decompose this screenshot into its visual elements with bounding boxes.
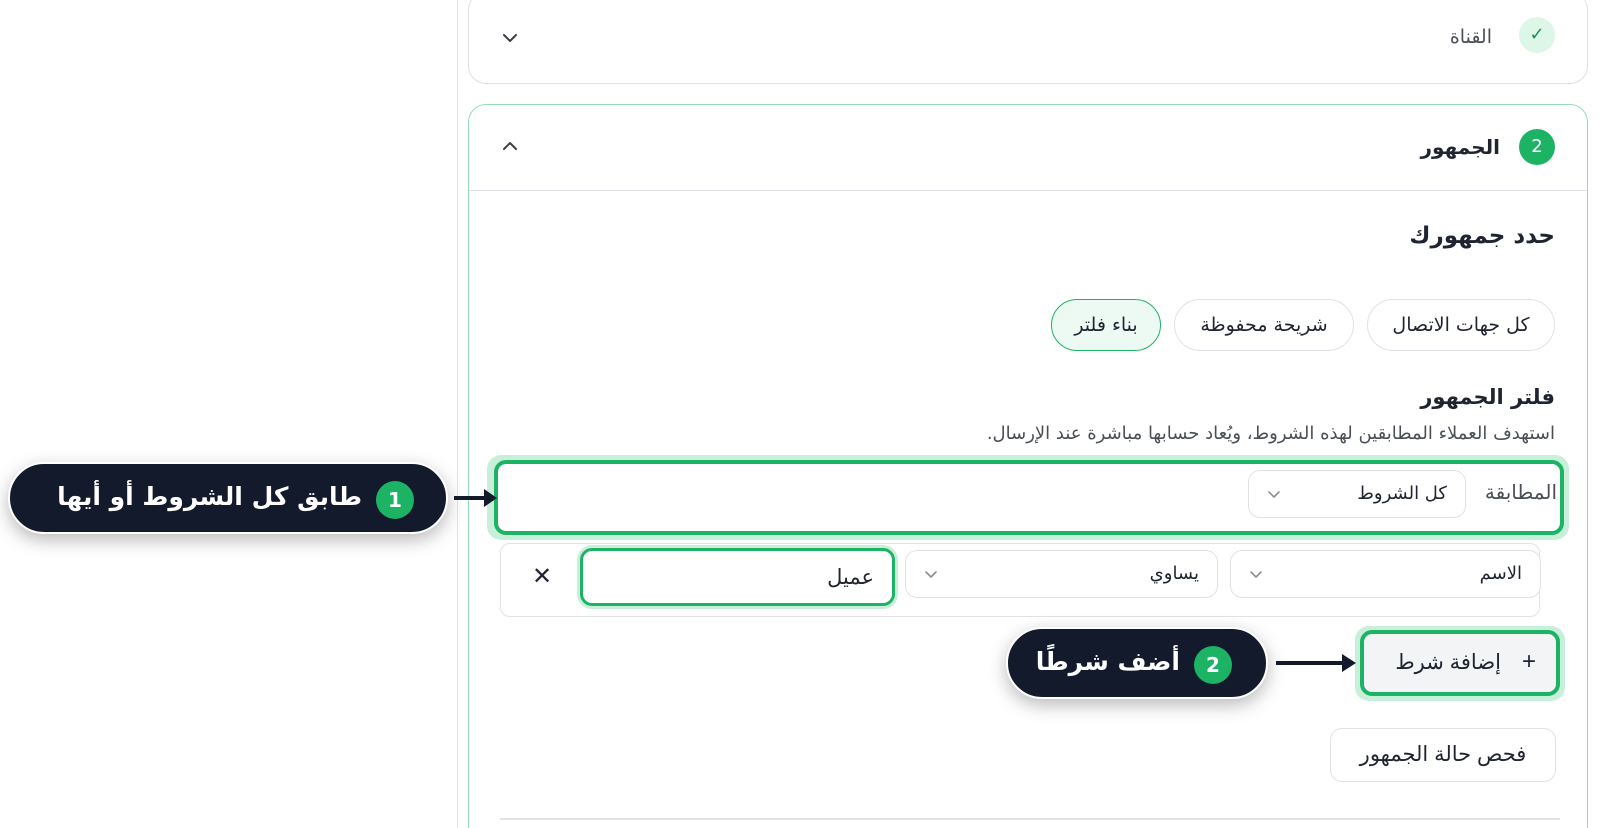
callout-number: 2 bbox=[1194, 646, 1232, 684]
check-audience-button[interactable]: فحص حالة الجمهور bbox=[1330, 728, 1556, 782]
callout-text: طابق كل الشروط أو أيها bbox=[57, 482, 362, 511]
condition-field-value: الاسم bbox=[1479, 563, 1522, 584]
filter-description: استهدف العملاء المطابقين لهذه الشروط، وي… bbox=[986, 423, 1555, 444]
condition-field-select[interactable]: الاسم bbox=[1230, 550, 1541, 598]
close-icon[interactable]: ✕ bbox=[528, 562, 556, 590]
chevron-up-icon[interactable] bbox=[499, 135, 521, 157]
condition-value-text: عميل bbox=[827, 565, 874, 589]
condition-operator-value: يساوي bbox=[1149, 563, 1199, 584]
filter-title: فلتر الجمهور bbox=[1420, 385, 1555, 409]
arrow-icon bbox=[1276, 654, 1356, 672]
chevron-down-icon bbox=[925, 571, 937, 578]
add-condition-label: إضافة شرط bbox=[1395, 651, 1501, 674]
section-title: حدد جمهورك bbox=[1409, 223, 1555, 249]
callout-add-condition: 2 أضف شرطًا bbox=[1006, 627, 1268, 699]
option-saved-segment[interactable]: شريحة محفوظة bbox=[1174, 299, 1354, 351]
option-build-filter[interactable]: بناء فلتر bbox=[1051, 299, 1161, 351]
match-select-value: كل الشروط bbox=[1357, 483, 1447, 504]
plus-icon: + bbox=[1521, 648, 1536, 675]
chevron-down-icon[interactable] bbox=[499, 27, 521, 49]
panel-divider bbox=[457, 0, 458, 828]
channel-step-title: القناة bbox=[1449, 26, 1492, 48]
callout-number: 1 bbox=[376, 481, 414, 519]
header-divider bbox=[469, 190, 1587, 191]
callout-text: أضف شرطًا bbox=[1035, 647, 1180, 676]
chevron-down-icon bbox=[1250, 571, 1262, 578]
arrow-icon bbox=[454, 489, 497, 507]
page: ✓ القناة 2 الجمهور حدد جمهورك كل جهات ال… bbox=[0, 0, 1600, 828]
audience-step-title: الجمهور bbox=[1420, 135, 1500, 159]
callout-match: 1 طابق كل الشروط أو أيها bbox=[8, 462, 448, 534]
condition-value-input[interactable]: عميل bbox=[580, 548, 895, 606]
section-divider bbox=[500, 818, 1560, 820]
match-label: المطابقة bbox=[1484, 480, 1557, 504]
option-all-contacts[interactable]: كل جهات الاتصال bbox=[1367, 299, 1555, 351]
check-icon: ✓ bbox=[1519, 17, 1555, 53]
condition-operator-select[interactable]: يساوي bbox=[905, 550, 1218, 598]
match-select[interactable]: كل الشروط bbox=[1248, 470, 1466, 518]
channel-step-card[interactable]: ✓ القناة bbox=[468, 0, 1588, 84]
step-number-badge: 2 bbox=[1519, 129, 1555, 165]
add-condition-button[interactable]: + إضافة شرط bbox=[1360, 630, 1560, 696]
chevron-down-icon bbox=[1268, 491, 1280, 498]
